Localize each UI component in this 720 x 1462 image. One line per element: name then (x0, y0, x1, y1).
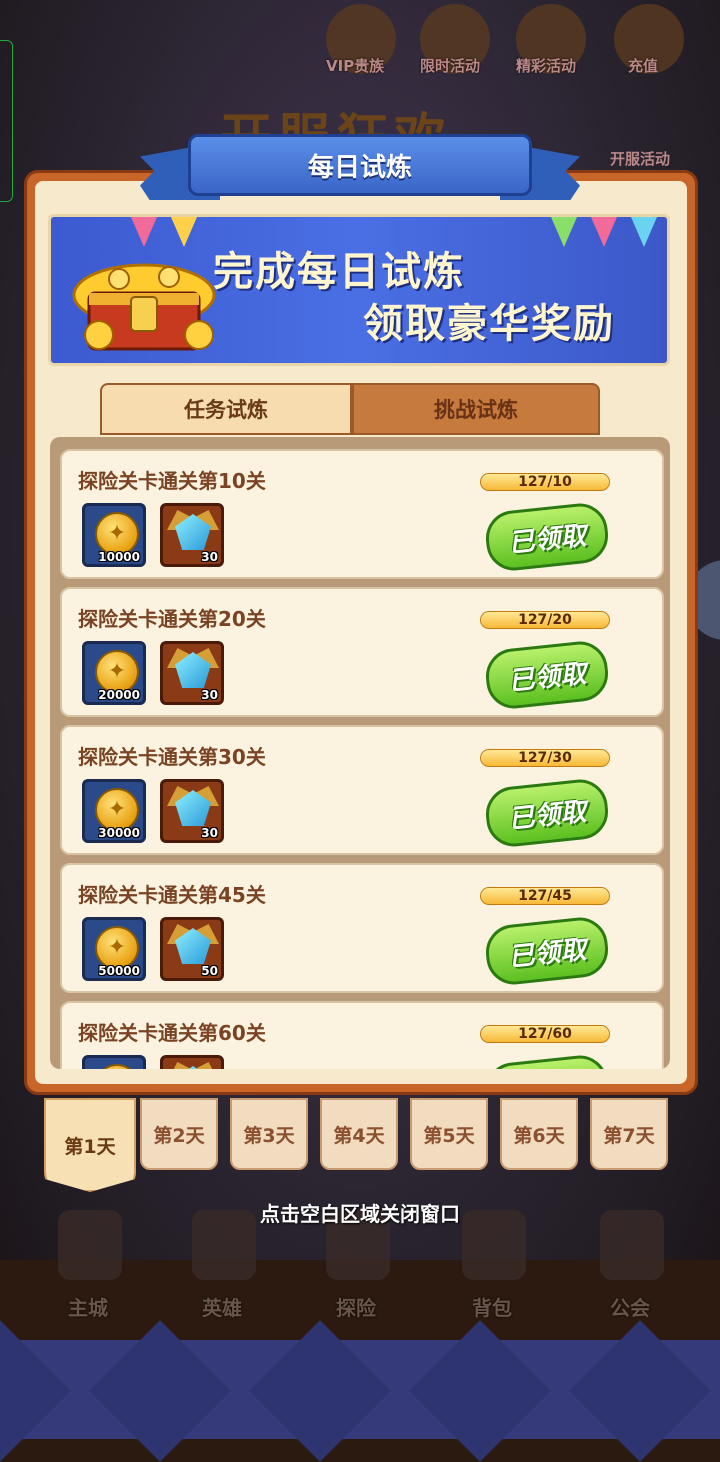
coin-reward[interactable]: ✦ 50000 (82, 917, 146, 981)
coin-mark-icon: ✦ (107, 659, 127, 684)
progress-bar: 127/45 (480, 887, 610, 905)
claimed-button[interactable]: 已领取 (483, 500, 611, 574)
nav-hero[interactable]: 英雄 (202, 1292, 242, 1321)
task-title: 探险关卡通关第30关 (78, 745, 266, 769)
task-title: 探险关卡通关第10关 (78, 469, 266, 493)
list-item: 探险关卡通关第45关 ✦ 50000 50 127/45 已领取 (60, 863, 664, 993)
recharge-label: 充值 (628, 57, 659, 75)
tab-day-3[interactable]: 第3天 (230, 1098, 308, 1170)
list-item: 探险关卡通关第30关 ✦ 30000 30 127/30 已领取 (60, 725, 664, 855)
coin-mark-icon: ✦ (97, 1066, 137, 1069)
banner-headline: 完成每日试炼 (213, 249, 465, 295)
decor-diamond (409, 1320, 551, 1462)
tab-day-1[interactable]: 第1天 (44, 1098, 136, 1192)
background-side-panel (0, 40, 13, 202)
coin-mark-icon: ✦ (107, 521, 127, 546)
reward-banner: 完成每日试炼 领取豪华奖励 (48, 214, 670, 366)
treasure-chest-icon (72, 263, 216, 351)
reward-count: 30 (201, 688, 218, 702)
list-item: 探险关卡通关第60关 ✦ 127/60 (60, 1001, 664, 1069)
system-bar-area (0, 1320, 720, 1462)
gem-reward[interactable]: 30 (160, 503, 224, 567)
vip-label: VIP贵族 (326, 57, 385, 75)
tab-day-7[interactable]: 第7天 (590, 1098, 668, 1170)
tab-challenge-trial[interactable]: 挑战试炼 (352, 383, 600, 435)
progress-bar: 127/60 (480, 1025, 610, 1043)
progress-text: 127/20 (518, 612, 572, 628)
tab-task-trial[interactable]: 任务试炼 (100, 383, 352, 435)
gem-reward[interactable]: 50 (160, 917, 224, 981)
progress-bar: 127/10 (480, 473, 610, 491)
reward-count: 20000 (98, 688, 140, 702)
reward-count: 50000 (98, 964, 140, 978)
claimed-button[interactable]: 已领取 (483, 776, 611, 850)
coin-mark-icon: ✦ (107, 797, 127, 822)
coin-reward[interactable]: ✦ 10000 (82, 503, 146, 567)
coin-icon: ✦ (95, 1064, 139, 1069)
claimed-button[interactable] (483, 1052, 611, 1069)
claimed-label: 已领取 (506, 520, 588, 559)
pennant-icon (631, 217, 657, 247)
decor-diamond (249, 1320, 391, 1462)
coin-reward[interactable]: ✦ (82, 1055, 146, 1069)
task-title: 探险关卡通关第60关 (78, 1021, 266, 1045)
claimed-button[interactable]: 已领取 (483, 914, 611, 988)
reward-count: 30 (201, 826, 218, 840)
dialog-title: 每日试炼 (307, 152, 412, 183)
progress-bar: 127/20 (480, 611, 610, 629)
reward-count: 30 (201, 550, 218, 564)
decor-diamond (0, 1320, 71, 1462)
tab-day-6[interactable]: 第6天 (500, 1098, 578, 1170)
decor-diamond (569, 1320, 711, 1462)
limited-event-label: 限时活动 (420, 57, 481, 75)
decor-diamond (89, 1320, 231, 1462)
nav-main-city[interactable]: 主城 (68, 1292, 108, 1321)
nav-backpack[interactable]: 背包 (472, 1292, 512, 1321)
pennant-icon (591, 217, 617, 247)
tab-day-5[interactable]: 第5天 (410, 1098, 488, 1170)
progress-text: 127/60 (518, 1026, 572, 1042)
open-activity-label: 开服活动 (610, 150, 671, 168)
claimed-label: 已领取 (506, 934, 588, 973)
claimed-label: 已领取 (506, 796, 588, 835)
coin-reward[interactable]: ✦ 20000 (82, 641, 146, 705)
nav-guild[interactable]: 公会 (610, 1292, 650, 1321)
coin-mark-icon: ✦ (107, 935, 127, 960)
list-item: 探险关卡通关第20关 ✦ 20000 30 127/20 已领取 (60, 587, 664, 717)
close-hint[interactable]: 点击空白区域关闭窗口 (0, 1198, 720, 1227)
claimed-button[interactable]: 已领取 (483, 638, 611, 712)
nav-explore[interactable]: 探险 (336, 1292, 376, 1321)
tab-day-4[interactable]: 第4天 (320, 1098, 398, 1170)
progress-text: 127/30 (518, 750, 572, 766)
reward-count: 30000 (98, 826, 140, 840)
dialog-title-ribbon: 每日试炼 (188, 134, 532, 196)
reward-count: 50 (201, 964, 218, 978)
coin-reward[interactable]: ✦ 30000 (82, 779, 146, 843)
list-item: 探险关卡通关第10关 ✦ 10000 30 127/10 已领取 (60, 449, 664, 579)
progress-bar: 127/30 (480, 749, 610, 767)
gem-reward[interactable]: 30 (160, 779, 224, 843)
task-list[interactable]: 探险关卡通关第10关 ✦ 10000 30 127/10 已领取 探险关卡通关第20关 ✦ 20… (50, 437, 670, 1069)
gem-reward[interactable]: 30 (160, 641, 224, 705)
claimed-label: 已领取 (506, 658, 588, 697)
reward-count: 10000 (98, 550, 140, 564)
task-title: 探险关卡通关第45关 (78, 883, 266, 907)
banner-subheadline: 领取豪华奖励 (363, 301, 615, 347)
task-title: 探险关卡通关第20关 (78, 607, 266, 631)
tab-day-2[interactable]: 第2天 (140, 1098, 218, 1170)
progress-text: 127/10 (518, 474, 572, 490)
featured-event-label: 精彩活动 (516, 57, 577, 75)
pennant-icon (551, 217, 577, 247)
progress-text: 127/45 (518, 888, 572, 904)
gem-reward[interactable] (160, 1055, 224, 1069)
